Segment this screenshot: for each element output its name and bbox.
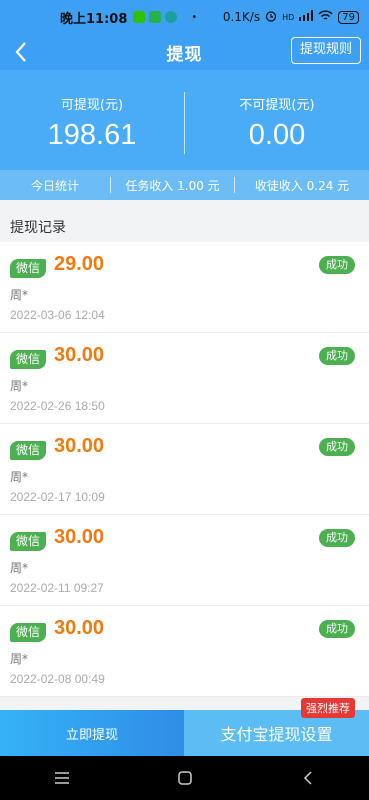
alipay-settings-label: 支付宝提现设置 [220,725,333,744]
menu-icon [54,772,69,784]
record-amount: 30.00 [54,344,105,366]
status-badge: 成功 [319,620,355,638]
unavailable-balance: 不可提现(元) 0.00 [185,70,369,170]
record-name: 周* [10,470,29,484]
record-name: 周* [10,561,29,575]
record-item[interactable]: 微信 29.00 成功 周* 2022-03-06 12:04 [0,242,369,333]
message-notification-icon [149,11,162,23]
channel-badge: 微信 [10,350,46,369]
unavailable-amount: 0.00 [248,119,306,151]
status-time: 晚上11:08 [60,11,128,27]
records-section-title: 提现记录 [10,220,66,236]
task-income: 任务收入 1.00 元 [125,178,220,193]
app-notification-icon [165,11,178,23]
system-nav-bar [0,756,369,800]
balance-panel: 可提现(元) 198.61 不可提现(元) 0.00 [0,70,369,170]
wechat-notification-icon [133,11,146,23]
nav-bar: 提现 提现规则 [0,34,369,70]
unavailable-label: 不可提现(元) [239,98,315,113]
menu-key[interactable] [42,766,82,790]
record-amount: 30.00 [54,526,105,548]
record-date: 2022-02-08 00:49 [10,672,105,686]
back-triangle-icon [303,771,312,785]
dot-icon: • [191,11,198,23]
record-item[interactable]: 微信 30.00 成功 周* 2022-02-26 18:50 [0,333,369,424]
record-item[interactable]: 微信 30.00 成功 周* 2022-02-17 10:09 [0,424,369,515]
back-key[interactable] [288,766,328,790]
daily-stats-bar: 今日统计 任务收入 1.00 元 收徒收入 0.24 元 [0,170,369,200]
withdraw-now-button[interactable]: 立即提现 [0,710,184,756]
status-right: 0.1K/s HD 79 [223,10,359,25]
wifi-icon [318,10,333,24]
record-date: 2022-03-06 12:04 [10,308,105,322]
signal-label: HD [282,12,295,22]
battery-indicator: 79 [338,10,359,24]
available-amount: 198.61 [47,119,137,151]
channel-badge: 微信 [10,441,46,460]
record-date: 2022-02-17 10:09 [10,490,105,504]
page-title: 提现 [166,44,203,65]
record-date: 2022-02-26 18:50 [10,399,105,413]
available-label: 可提现(元) [60,98,124,113]
alipay-settings-button[interactable]: 支付宝提现设置 强烈推荐 [184,698,369,756]
record-amount: 30.00 [54,617,105,639]
record-name: 周* [10,288,29,302]
record-item[interactable]: 微信 30.00 成功 周* 2022-02-11 09:27 [0,515,369,606]
withdraw-records-list: 微信 29.00 成功 周* 2022-03-06 12:04 微信 30.00… [0,242,369,697]
apprentice-income: 收徒收入 0.24 元 [254,178,350,193]
chevron-left-icon [15,42,26,62]
status-badge: 成功 [319,347,355,365]
status-badge: 成功 [319,438,355,456]
home-key[interactable] [165,766,205,790]
network-speed: 0.1K/s [222,10,261,24]
record-name: 周* [10,652,29,666]
cell-signal-icon [299,10,314,24]
status-badge: 成功 [319,256,355,274]
today-stats-label: 今日统计 [30,178,79,193]
recommend-badge: 强烈推荐 [301,698,355,718]
status-bar: 晚上11:08 • 0.1K/s HD 79 [0,0,369,34]
record-name: 周* [10,379,29,393]
channel-badge: 微信 [10,532,46,551]
bottom-action-bar: 立即提现 支付宝提现设置 强烈推荐 [0,698,369,756]
record-amount: 29.00 [54,253,105,275]
alarm-icon [265,10,277,25]
channel-badge: 微信 [10,259,46,278]
status-badge: 成功 [319,529,355,547]
back-button[interactable] [10,38,36,66]
record-date: 2022-02-11 09:27 [10,581,104,595]
home-square-icon [177,771,192,785]
record-item[interactable]: 微信 30.00 成功 周* 2022-02-08 00:49 [0,606,369,697]
notification-icons: • [133,11,197,23]
withdraw-rules-button[interactable]: 提现规则 [290,37,361,64]
available-balance: 可提现(元) 198.61 [0,70,184,170]
channel-badge: 微信 [10,623,46,642]
record-amount: 30.00 [54,435,105,457]
